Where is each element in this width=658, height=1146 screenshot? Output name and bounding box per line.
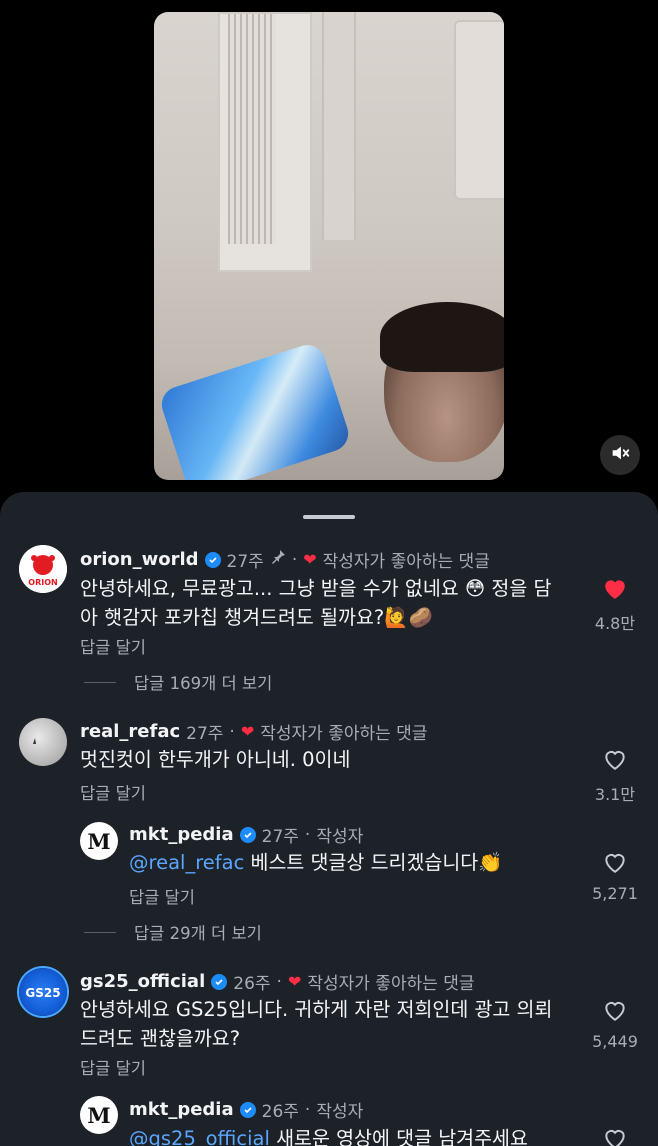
comments-sheet: ORION orion_world 27주 · ❤ 작성자가 좋아하는 댓글 안…: [0, 492, 658, 1146]
verified-badge-icon: [239, 826, 256, 843]
username[interactable]: mkt_pedia: [129, 824, 234, 845]
verified-badge-icon: [211, 973, 228, 990]
username[interactable]: gs25_official: [80, 971, 205, 992]
liked-by-author-label: 작성자가 좋아하는 댓글: [260, 724, 428, 744]
comment-text-line-2: 드려도 괜찮을까요?: [80, 1027, 241, 1050]
liked-by-author-label: 작성자가 좋아하는 댓글: [322, 552, 490, 572]
avatar[interactable]: [19, 718, 67, 766]
avatar[interactable]: M: [80, 822, 118, 860]
avatar[interactable]: M: [80, 1096, 118, 1134]
comment-text: 안녕하세요 GS25입니다. 귀하게 자란 저희인데 광고 의뢰 드려도 괜찮을…: [80, 995, 580, 1053]
comment-time: 27주: [226, 552, 264, 572]
author-tag: 작성자: [316, 1102, 364, 1122]
heart-icon: ❤: [303, 550, 317, 569]
comment-text: 안녕하세요, 무료광고... 그냥 받을 수가 없네요 😳 정을 담 아 햇감자…: [80, 574, 580, 632]
reply-meta: mkt_pedia 26주 · 작성자: [129, 1099, 364, 1122]
comment-time: 26주: [261, 1102, 299, 1122]
video-frame-hair: [380, 302, 504, 372]
reply-meta: mkt_pedia 27주 · 작성자: [129, 824, 364, 847]
username[interactable]: mkt_pedia: [129, 1099, 234, 1120]
gs25-logo-text: GS25: [25, 986, 60, 1000]
comment-time: 27주: [261, 827, 299, 847]
like-button[interactable]: 5,271: [585, 850, 645, 903]
like-count: 5,271: [592, 884, 638, 903]
more-replies-label: 답글 29개 더 보기: [134, 924, 262, 943]
reply-button[interactable]: 답글 달기: [80, 634, 146, 658]
username[interactable]: orion_world: [80, 549, 199, 570]
mkt-pedia-logo: M: [87, 1103, 110, 1128]
reply-button[interactable]: 답글 달기: [80, 1055, 146, 1079]
comment-text: 멋진컷이 한두개가 아니네. 0이네: [80, 748, 351, 771]
video-frame-chip-bag: [157, 340, 353, 480]
more-replies-label: 답글 169개 더 보기: [134, 674, 273, 693]
video-frame-pipe: [322, 12, 356, 240]
avatar[interactable]: ORION: [19, 545, 67, 593]
pin-icon: [270, 549, 286, 570]
heart-icon: ❤: [287, 972, 302, 991]
heart-icon: ❤: [240, 722, 255, 741]
divider: [84, 931, 116, 933]
mention-link[interactable]: @real_refac: [129, 851, 244, 874]
heart-filled-icon: [605, 580, 625, 599]
view-more-replies[interactable]: 답글 169개 더 보기: [84, 670, 272, 694]
comment-time: 26주: [233, 974, 271, 994]
like-button[interactable]: 4.8만: [585, 576, 645, 634]
heart-outline-icon: [605, 751, 625, 770]
comment-meta: real_refac 27주 · ❤ 작성자가 좋아하는 댓글: [80, 721, 428, 744]
verified-badge-icon: [204, 551, 221, 568]
reply-text: @gs25_official 새로운 영상에 댓글 남겨주세요: [129, 1124, 528, 1146]
like-count: 3.1만: [594, 785, 636, 804]
verified-badge-icon: [239, 1101, 256, 1118]
comment-meta: gs25_official 26주 · ❤ 작성자가 좋아하는 댓글: [80, 971, 475, 994]
comment-text-line-2: 아 햇감자 포카칩 챙겨드려도 될까요?🙋🥔: [80, 606, 433, 629]
mkt-pedia-logo: M: [87, 829, 110, 854]
comment-text-line-1: 안녕하세요 GS25입니다. 귀하게 자란 저희인데 광고 의뢰: [80, 998, 553, 1021]
reply-text: @real_refac 베스트 댓글상 드리겠습니다👏: [129, 848, 502, 877]
reply-button[interactable]: 답글 달기: [129, 884, 195, 908]
video-player[interactable]: [154, 12, 504, 480]
sheet-drag-handle[interactable]: [303, 515, 355, 519]
video-frame-panel: [454, 20, 504, 200]
like-count: 5,449: [592, 1032, 638, 1051]
video-frame-vent: [218, 12, 312, 272]
like-count: 4.8만: [594, 614, 636, 633]
mention-link[interactable]: @gs25_official: [129, 1127, 270, 1146]
reply-body: 새로운 영상에 댓글 남겨주세요: [269, 1127, 528, 1146]
orion-logo-text: ORION: [28, 578, 57, 587]
speaker-muted-icon: [609, 442, 631, 468]
heart-outline-icon: [605, 1130, 625, 1146]
heart-outline-icon: [605, 1002, 625, 1021]
like-button[interactable]: 3.1만: [585, 747, 645, 805]
heart-outline-icon: [605, 854, 625, 873]
reply-body: 베스트 댓글상 드리겠습니다👏: [244, 851, 503, 874]
avatar[interactable]: GS25: [19, 968, 67, 1016]
liked-by-author-label: 작성자가 좋아하는 댓글: [307, 974, 475, 994]
like-button[interactable]: [585, 1126, 645, 1146]
reply-button[interactable]: 답글 달기: [80, 780, 146, 804]
like-button[interactable]: 5,449: [585, 998, 645, 1051]
divider: [84, 681, 116, 683]
mute-button[interactable]: [600, 435, 640, 475]
view-more-replies[interactable]: 답글 29개 더 보기: [84, 920, 262, 944]
comment-time: 27주: [186, 724, 224, 744]
comment-meta: orion_world 27주 · ❤ 작성자가 좋아하는 댓글: [80, 549, 490, 572]
username[interactable]: real_refac: [80, 721, 180, 742]
author-tag: 작성자: [316, 827, 364, 847]
comment-text-line-1: 안녕하세요, 무료광고... 그냥 받을 수가 없네요 😳 정을 담: [80, 577, 552, 600]
